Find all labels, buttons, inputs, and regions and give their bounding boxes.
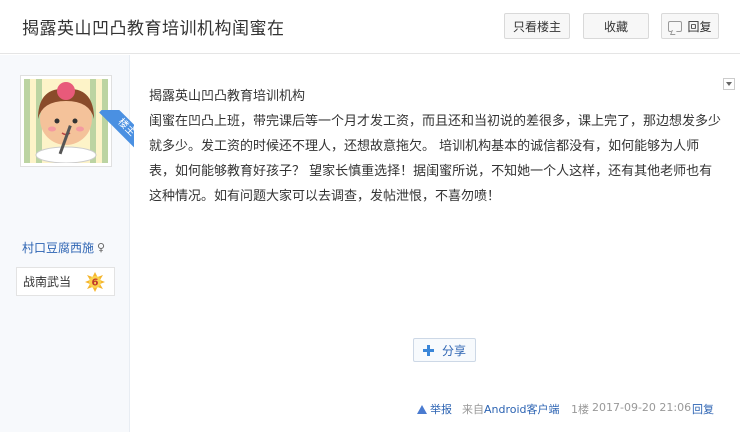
floor-number: 1楼: [571, 403, 589, 416]
post-menu-toggle[interactable]: [723, 78, 735, 90]
thread-header: 揭露英山凹凸教育培训机构闺蜜在 只看楼主 收藏 回复: [0, 0, 740, 54]
report-label: 举报: [430, 403, 452, 416]
warning-icon: [417, 404, 427, 414]
op-badge: 楼主: [90, 110, 134, 154]
post-source-prefix: 来自: [462, 403, 484, 416]
plus-icon: [422, 344, 434, 356]
share-button[interactable]: 分享: [413, 338, 476, 362]
author-sidebar: 楼主 村口豆腐西施 ♀ 战南武当 6: [0, 55, 134, 432]
favorite-button[interactable]: 收藏: [583, 13, 649, 39]
comment-icon: [668, 20, 683, 32]
level-number: 6: [92, 278, 99, 289]
only-op-button[interactable]: 只看楼主: [504, 13, 570, 39]
reply-button[interactable]: 回复: [661, 13, 719, 39]
female-icon: ♀: [97, 241, 106, 254]
report-link[interactable]: 举报: [417, 401, 452, 417]
post-paragraph: 揭露英山凹凸教育培训机构: [149, 89, 306, 104]
post-source: 来自Android客户端: [462, 401, 560, 417]
post-time: 2017-09-20 21:06: [592, 401, 692, 414]
post-paragraph: 闺蜜在凹凸上班，带完课后等一个月才发工资，而且还和当初说的差很多，课上完了，那边…: [149, 114, 722, 204]
author-name[interactable]: 村口豆腐西施 ♀: [22, 239, 105, 256]
level-title: 战南武当: [23, 275, 72, 289]
thread-title: 揭露英山凹凸教育培训机构闺蜜在: [22, 19, 285, 39]
reply-button-label: 回复: [687, 19, 712, 34]
op-badge-label: 楼主: [99, 110, 134, 154]
share-button-label: 分享: [441, 343, 466, 358]
level-badge-icon: 6: [85, 272, 105, 292]
client-link[interactable]: Android客户端: [484, 403, 560, 416]
member-level[interactable]: 战南武当 6: [16, 267, 115, 296]
post-reply-link[interactable]: 回复: [692, 401, 714, 417]
post-content: 揭露英山凹凸教育培训机构 闺蜜在凹凸上班，带完课后等一个月才发工资，而且还和当初…: [149, 84, 721, 209]
chevron-down-icon: [726, 82, 732, 86]
author-name-label: 村口豆腐西施: [22, 241, 95, 255]
